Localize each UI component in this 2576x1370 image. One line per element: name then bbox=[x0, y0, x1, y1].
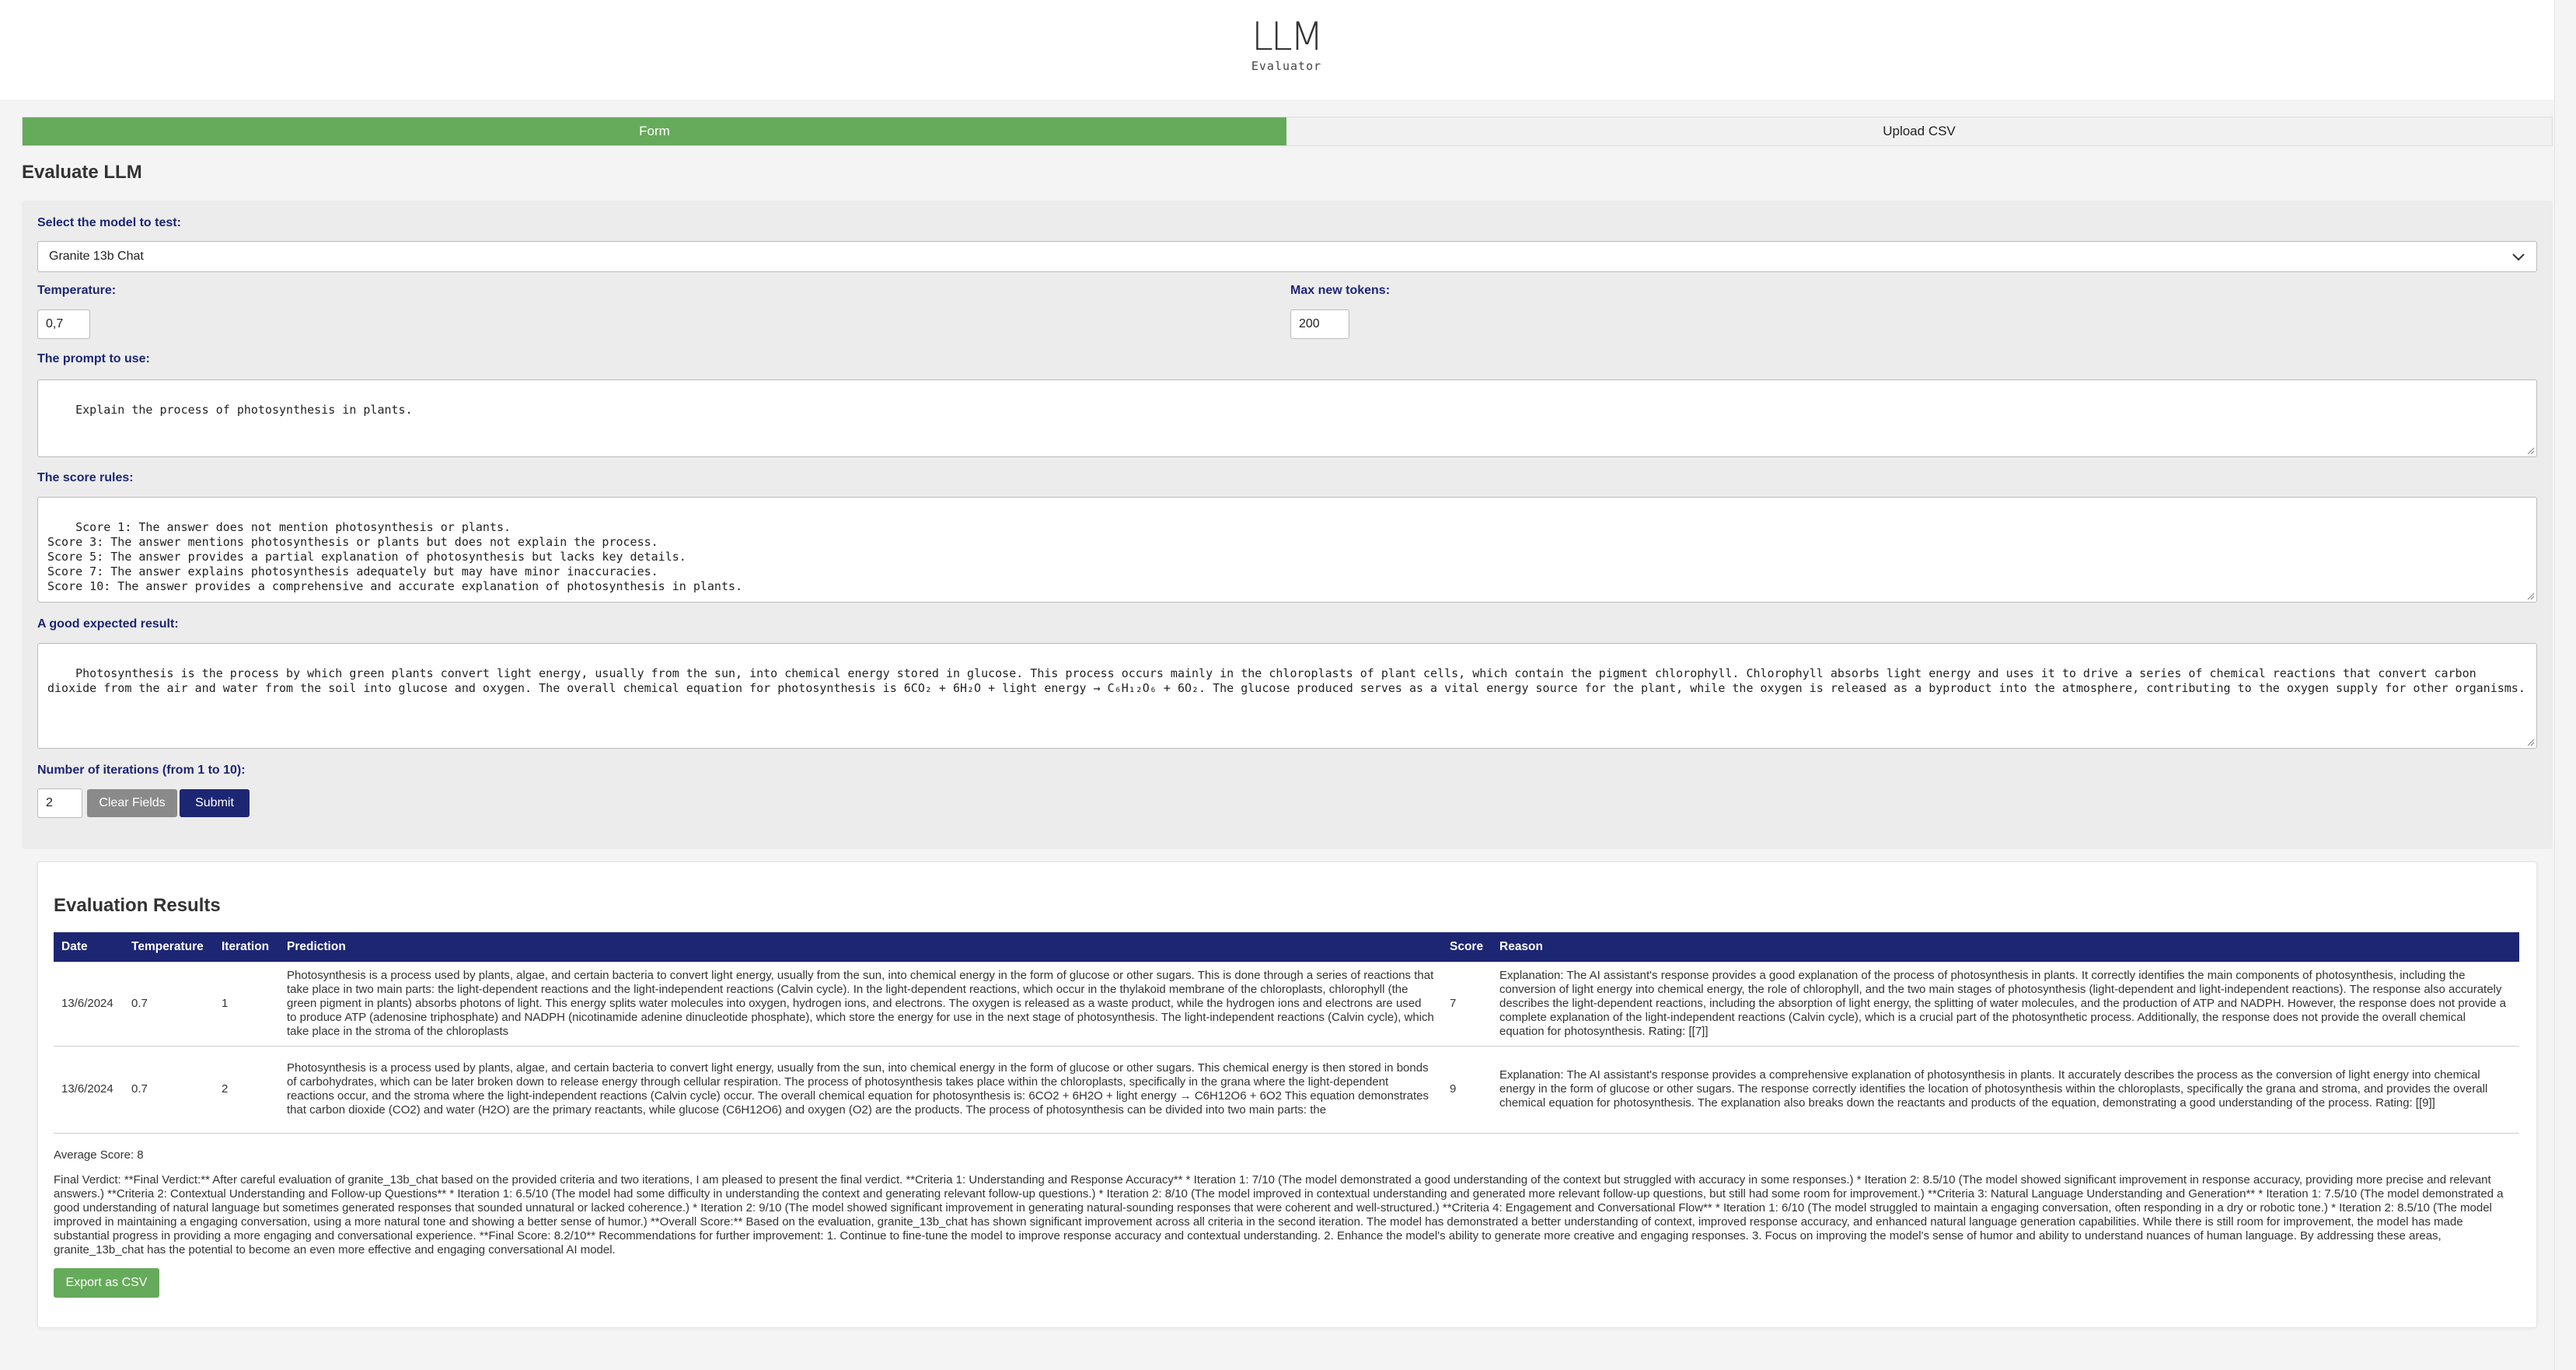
column-header-date: Date bbox=[54, 932, 124, 962]
results-title: Evaluation Results bbox=[54, 895, 221, 916]
logo-subtitle: Evaluator bbox=[1251, 59, 1322, 73]
max-tokens-label: Max new tokens: bbox=[1290, 284, 1391, 297]
cell-temperature: 0.7 bbox=[124, 1046, 214, 1134]
results-table: Date Temperature Iteration Prediction Sc… bbox=[54, 932, 2519, 1134]
llm-evaluator-logo: LLM Evaluator bbox=[1244, 16, 1329, 78]
table-row: 13/6/2024 0.7 1 Photosynthesis is a proc… bbox=[54, 962, 2519, 1047]
cell-date: 13/6/2024 bbox=[54, 1046, 124, 1134]
expected-result-label: A good expected result: bbox=[37, 617, 179, 631]
resize-grip-icon[interactable] bbox=[2525, 591, 2535, 600]
column-header-iteration: Iteration bbox=[214, 932, 279, 962]
iterations-value: 2 bbox=[46, 796, 53, 809]
tab-form[interactable]: Form bbox=[23, 117, 1286, 145]
logo-mark: LLM bbox=[1251, 14, 1324, 59]
resize-grip-icon[interactable] bbox=[2525, 737, 2535, 746]
prompt-label: The prompt to use: bbox=[37, 352, 150, 365]
model-select-value: Granite 13b Chat bbox=[49, 250, 144, 263]
expected-result-text: Photosynthesis is the process by which g… bbox=[47, 666, 2525, 695]
cell-score: 7 bbox=[1442, 962, 1492, 1047]
clear-fields-button[interactable]: Clear Fields bbox=[87, 789, 177, 817]
column-header-prediction: Prediction bbox=[279, 932, 1442, 962]
table-header-row: Date Temperature Iteration Prediction Sc… bbox=[54, 932, 2519, 962]
column-header-score: Score bbox=[1442, 932, 1492, 962]
cell-reason: Explanation: The AI assistant's response… bbox=[1492, 1046, 2519, 1134]
score-rules-textarea[interactable]: Score 1: The answer does not mention pho… bbox=[37, 497, 2537, 603]
cell-score: 9 bbox=[1442, 1046, 1492, 1134]
iterations-input[interactable]: 2 bbox=[37, 788, 82, 818]
average-score: Average Score: 8 bbox=[54, 1148, 144, 1162]
chevron-down-icon bbox=[2512, 253, 2525, 261]
cell-iteration: 2 bbox=[214, 1046, 279, 1134]
resize-grip-icon[interactable] bbox=[2525, 446, 2535, 455]
table-row: 13/6/2024 0.7 2 Photosynthesis is a proc… bbox=[54, 1046, 2519, 1134]
score-rules-label: The score rules: bbox=[37, 471, 134, 484]
page-title: Evaluate LLM bbox=[22, 162, 142, 183]
prompt-textarea[interactable]: Explain the process of photosynthesis in… bbox=[37, 379, 2537, 457]
iterations-label: Number of iterations (from 1 to 10): bbox=[37, 764, 246, 777]
tab-upload-csv[interactable]: Upload CSV bbox=[1286, 117, 2552, 145]
max-tokens-input[interactable]: 200 bbox=[1290, 309, 1349, 339]
column-header-temperature: Temperature bbox=[124, 932, 214, 962]
submit-button[interactable]: Submit bbox=[180, 789, 250, 817]
score-rules-text: Score 1: The answer does not mention pho… bbox=[47, 520, 743, 593]
prompt-text: Explain the process of photosynthesis in… bbox=[75, 403, 413, 417]
column-header-reason: Reason bbox=[1492, 932, 2519, 962]
export-csv-button[interactable]: Export as CSV bbox=[54, 1268, 159, 1298]
cell-temperature: 0.7 bbox=[124, 962, 214, 1047]
temperature-input[interactable]: 0,7 bbox=[37, 309, 90, 339]
max-tokens-value: 200 bbox=[1299, 317, 1320, 330]
cell-prediction: Photosynthesis is a process used by plan… bbox=[279, 962, 1442, 1047]
header: LLM Evaluator bbox=[0, 0, 2554, 100]
cell-iteration: 1 bbox=[214, 962, 279, 1047]
expected-result-textarea[interactable]: Photosynthesis is the process by which g… bbox=[37, 643, 2537, 749]
cell-date: 13/6/2024 bbox=[54, 962, 124, 1047]
model-select[interactable]: Granite 13b Chat bbox=[37, 241, 2537, 272]
tab-bar: Form Upload CSV bbox=[22, 117, 2553, 146]
temperature-label: Temperature: bbox=[37, 284, 117, 297]
final-verdict: Final Verdict: **Final Verdict:** After … bbox=[54, 1173, 2504, 1256]
scrollbar[interactable] bbox=[2554, 0, 2576, 1370]
model-label: Select the model to test: bbox=[37, 216, 181, 229]
evaluation-form: Select the model to test: Granite 13b Ch… bbox=[22, 201, 2553, 849]
cell-prediction: Photosynthesis is a process used by plan… bbox=[279, 1046, 1442, 1134]
evaluation-results: Evaluation Results Date Temperature Iter… bbox=[37, 861, 2537, 1328]
temperature-value: 0,7 bbox=[46, 317, 64, 330]
cell-reason: Explanation: The AI assistant's response… bbox=[1492, 962, 2519, 1047]
